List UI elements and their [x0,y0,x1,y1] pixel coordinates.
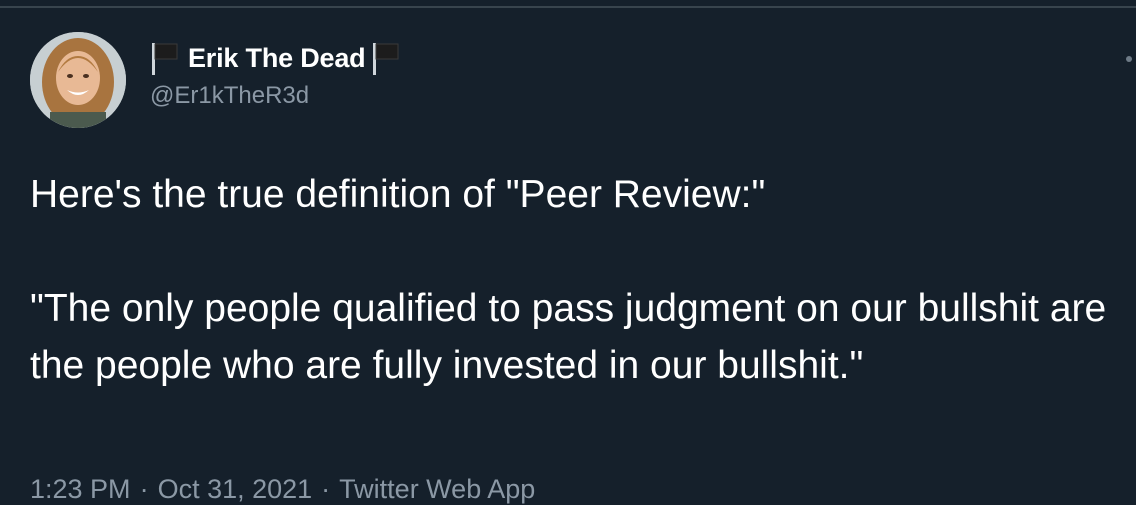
tweet-time[interactable]: 1:23 PM [30,474,131,504]
avatar-image [30,32,126,128]
user-handle[interactable]: @Er1kTheR3d [150,82,401,110]
black-flag-icon [150,41,180,75]
tweet-date[interactable]: Oct 31, 2021 [158,474,313,504]
black-flag-icon [371,41,401,75]
more-dots-icon[interactable] [1126,56,1132,62]
display-name[interactable]: Erik The Dead [188,43,366,74]
name-row[interactable]: Erik The Dead [150,40,401,76]
separator-dot: · [321,474,331,504]
tweet-header: Erik The Dead @Er1kTheR3d [150,40,401,110]
tweet-meta: 1:23 PM · Oct 31, 2021 · Twitter Web App [30,474,535,505]
tweet-text: Here's the true definition of "Peer Revi… [30,173,1107,387]
separator-dot: · [139,474,149,504]
avatar[interactable] [30,32,126,128]
top-divider [0,6,1136,8]
tweet-source[interactable]: Twitter Web App [339,474,535,504]
